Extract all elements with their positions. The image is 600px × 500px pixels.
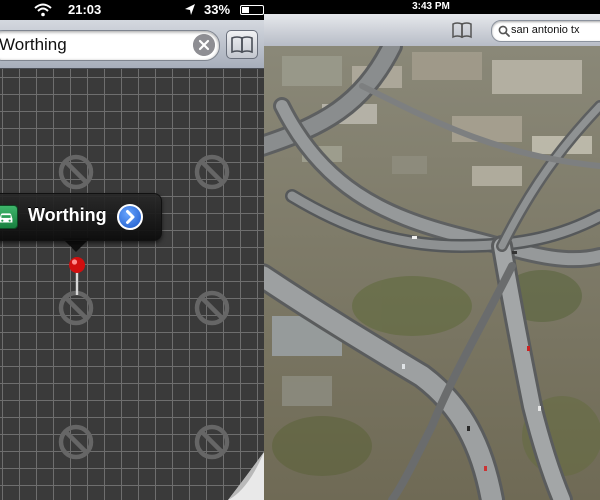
disclosure-icon[interactable] bbox=[117, 204, 143, 230]
search-icon bbox=[498, 25, 510, 37]
iphone-maps-screen: 21:03 33% Worthing Worthing bbox=[0, 0, 264, 500]
no-symbol-icon bbox=[58, 154, 94, 190]
ipad-status-bar: 3:43 PM bbox=[262, 0, 600, 14]
ipad-search-value: san antonio tx bbox=[511, 24, 580, 36]
no-symbol-icon bbox=[58, 424, 94, 460]
callout-title: Worthing bbox=[28, 205, 107, 225]
iphone-search-field[interactable]: Worthing bbox=[0, 30, 220, 61]
page-curl-icon[interactable] bbox=[228, 452, 264, 500]
bookmarks-icon[interactable] bbox=[451, 21, 473, 39]
iphone-search-value: Worthing bbox=[0, 35, 67, 54]
location-arrow-icon bbox=[185, 4, 195, 15]
iphone-search-bar: Worthing bbox=[0, 20, 264, 69]
no-symbol-icon bbox=[194, 290, 230, 326]
car-glyph bbox=[0, 213, 13, 223]
iphone-status-time: 21:03 bbox=[68, 2, 102, 17]
map-loading-grid[interactable] bbox=[0, 69, 264, 500]
map-pin-icon[interactable] bbox=[66, 255, 88, 299]
car-icon[interactable] bbox=[0, 205, 18, 229]
ipad-status-time: 3:43 PM bbox=[412, 1, 450, 12]
bookmarks-icon bbox=[231, 36, 253, 54]
wifi-icon bbox=[34, 3, 52, 17]
location-callout[interactable]: Worthing bbox=[0, 193, 162, 241]
ipad-search-field[interactable]: san antonio tx bbox=[491, 20, 600, 42]
no-symbol-icon bbox=[194, 154, 230, 190]
bookmarks-button[interactable] bbox=[226, 30, 258, 59]
battery-percent: 33% bbox=[204, 2, 231, 17]
clear-icon[interactable] bbox=[193, 34, 215, 56]
satellite-map[interactable] bbox=[262, 46, 600, 500]
ipad-toolbar: san antonio tx bbox=[262, 14, 600, 47]
chevron-right-icon bbox=[126, 210, 135, 224]
no-symbol-icon bbox=[194, 424, 230, 460]
iphone-status-bar: 21:03 33% bbox=[0, 0, 264, 20]
battery-icon bbox=[240, 5, 264, 15]
ipad-maps-screen: 3:43 PM san antonio tx bbox=[262, 0, 600, 500]
